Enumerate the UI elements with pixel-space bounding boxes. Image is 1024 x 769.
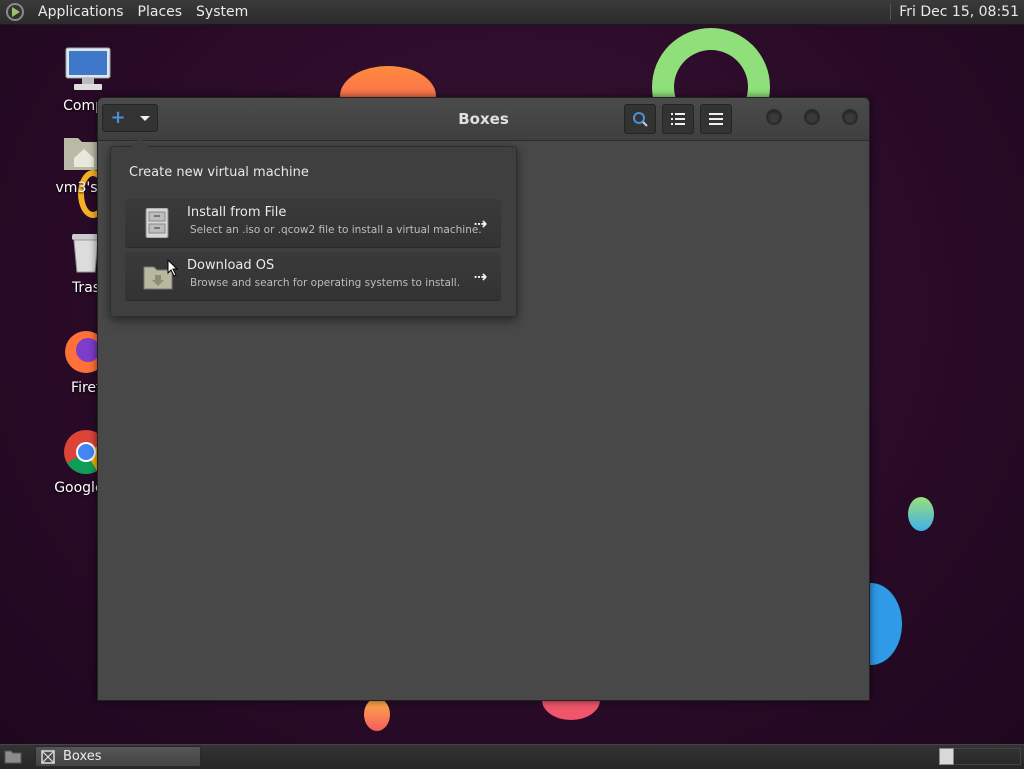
maximize-button[interactable] — [804, 109, 820, 125]
install-from-file-option[interactable]: Install from File Select an .iso or .qco… — [125, 199, 501, 247]
arrow-right-icon: ⇢ — [473, 267, 487, 286]
workspace-switcher[interactable] — [939, 748, 954, 765]
window-header: + Boxes — [98, 98, 869, 141]
workspace-switcher-empty[interactable] — [955, 748, 1021, 765]
option-label: Download OS — [187, 258, 275, 273]
panel-clock[interactable]: Fri Dec 15, 08:51 — [890, 4, 1024, 20]
download-os-option[interactable]: Download OS Browse and search for operat… — [125, 252, 501, 300]
popover-title: Create new virtual machine — [129, 165, 309, 180]
menu-system[interactable]: System — [189, 4, 255, 20]
option-description: Select an .iso or .qcow2 file to install… — [190, 224, 482, 236]
boxes-app-icon — [41, 749, 55, 764]
taskbar-item-label: Boxes — [63, 749, 102, 764]
menu-places[interactable]: Places — [131, 4, 190, 20]
list-view-icon — [671, 113, 685, 125]
bottom-taskbar: Boxes — [0, 744, 1024, 769]
wallpaper-blob — [908, 497, 934, 531]
file-cabinet-icon — [143, 207, 171, 239]
minimize-button[interactable] — [766, 109, 782, 125]
top-panel: Applications Places System Fri Dec 15, 0… — [0, 0, 1024, 25]
close-button[interactable] — [842, 109, 858, 125]
new-vm-popover: Create new virtual machine Install from … — [110, 138, 517, 317]
new-vm-button[interactable]: + — [102, 104, 158, 132]
search-icon — [633, 112, 648, 127]
distro-logo-icon[interactable] — [6, 3, 24, 21]
window-title: Boxes — [458, 110, 509, 128]
show-desktop-icon[interactable] — [4, 749, 22, 764]
plus-icon: + — [110, 107, 126, 128]
mouse-cursor-icon — [167, 259, 179, 277]
taskbar-item-boxes[interactable]: Boxes — [35, 746, 201, 767]
hamburger-menu-icon — [709, 113, 723, 125]
search-button[interactable] — [624, 104, 656, 134]
list-view-button[interactable] — [662, 104, 694, 134]
wallpaper-blob — [364, 698, 390, 731]
computer-icon — [64, 46, 112, 94]
menu-applications[interactable]: Applications — [31, 4, 131, 20]
chevron-down-icon — [139, 115, 150, 121]
menu-button[interactable] — [700, 104, 732, 134]
option-label: Install from File — [187, 205, 287, 220]
option-description: Browse and search for operating systems … — [190, 277, 461, 289]
arrow-right-icon: ⇢ — [473, 214, 487, 233]
